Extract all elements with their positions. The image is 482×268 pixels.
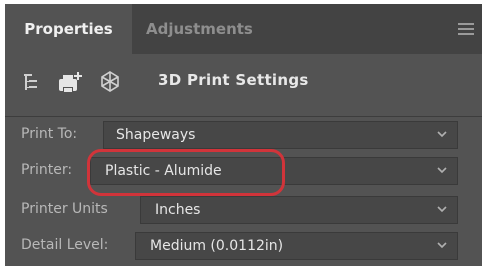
chevron-down-icon xyxy=(437,242,447,249)
tab-properties[interactable]: Properties xyxy=(5,4,132,54)
tab-adjustments[interactable]: Adjustments xyxy=(146,4,253,54)
chevron-down-icon xyxy=(437,167,447,174)
detail-level-select[interactable]: Medium (0.0112in) xyxy=(135,232,458,260)
properties-toolbar: 3D Print Settings xyxy=(5,54,482,112)
printer-label: Printer: xyxy=(21,162,73,178)
chevron-down-icon xyxy=(437,131,447,138)
print-to-value: Shapeways xyxy=(116,127,196,143)
printer-highlight-outline xyxy=(87,149,285,196)
chevron-down-icon xyxy=(437,206,447,213)
print-to-select[interactable]: Shapeways xyxy=(103,121,458,149)
panel-section-title: 3D Print Settings xyxy=(158,71,309,89)
printer-units-value: Inches xyxy=(155,202,201,218)
panel-menu-icon[interactable] xyxy=(458,23,474,35)
print-to-label: Print To: xyxy=(21,126,78,142)
printer-units-label: Printer Units xyxy=(21,201,108,217)
3d-scene-icon[interactable] xyxy=(97,69,123,95)
print-add-icon[interactable] xyxy=(56,69,88,95)
layer-tree-icon[interactable] xyxy=(21,69,47,95)
properties-panel: Properties Adjustments 3D Print Settings… xyxy=(5,4,482,266)
detail-level-value: Medium (0.0112in) xyxy=(150,238,284,254)
detail-level-row: Detail Level: Medium (0.0112in) xyxy=(5,229,482,265)
printer-units-select[interactable]: Inches xyxy=(140,196,458,224)
detail-level-label: Detail Level: xyxy=(21,237,109,253)
panel-tabbar: Properties Adjustments xyxy=(5,4,482,54)
printer-units-row: Printer Units Inches xyxy=(5,193,482,229)
section-divider xyxy=(5,116,482,117)
